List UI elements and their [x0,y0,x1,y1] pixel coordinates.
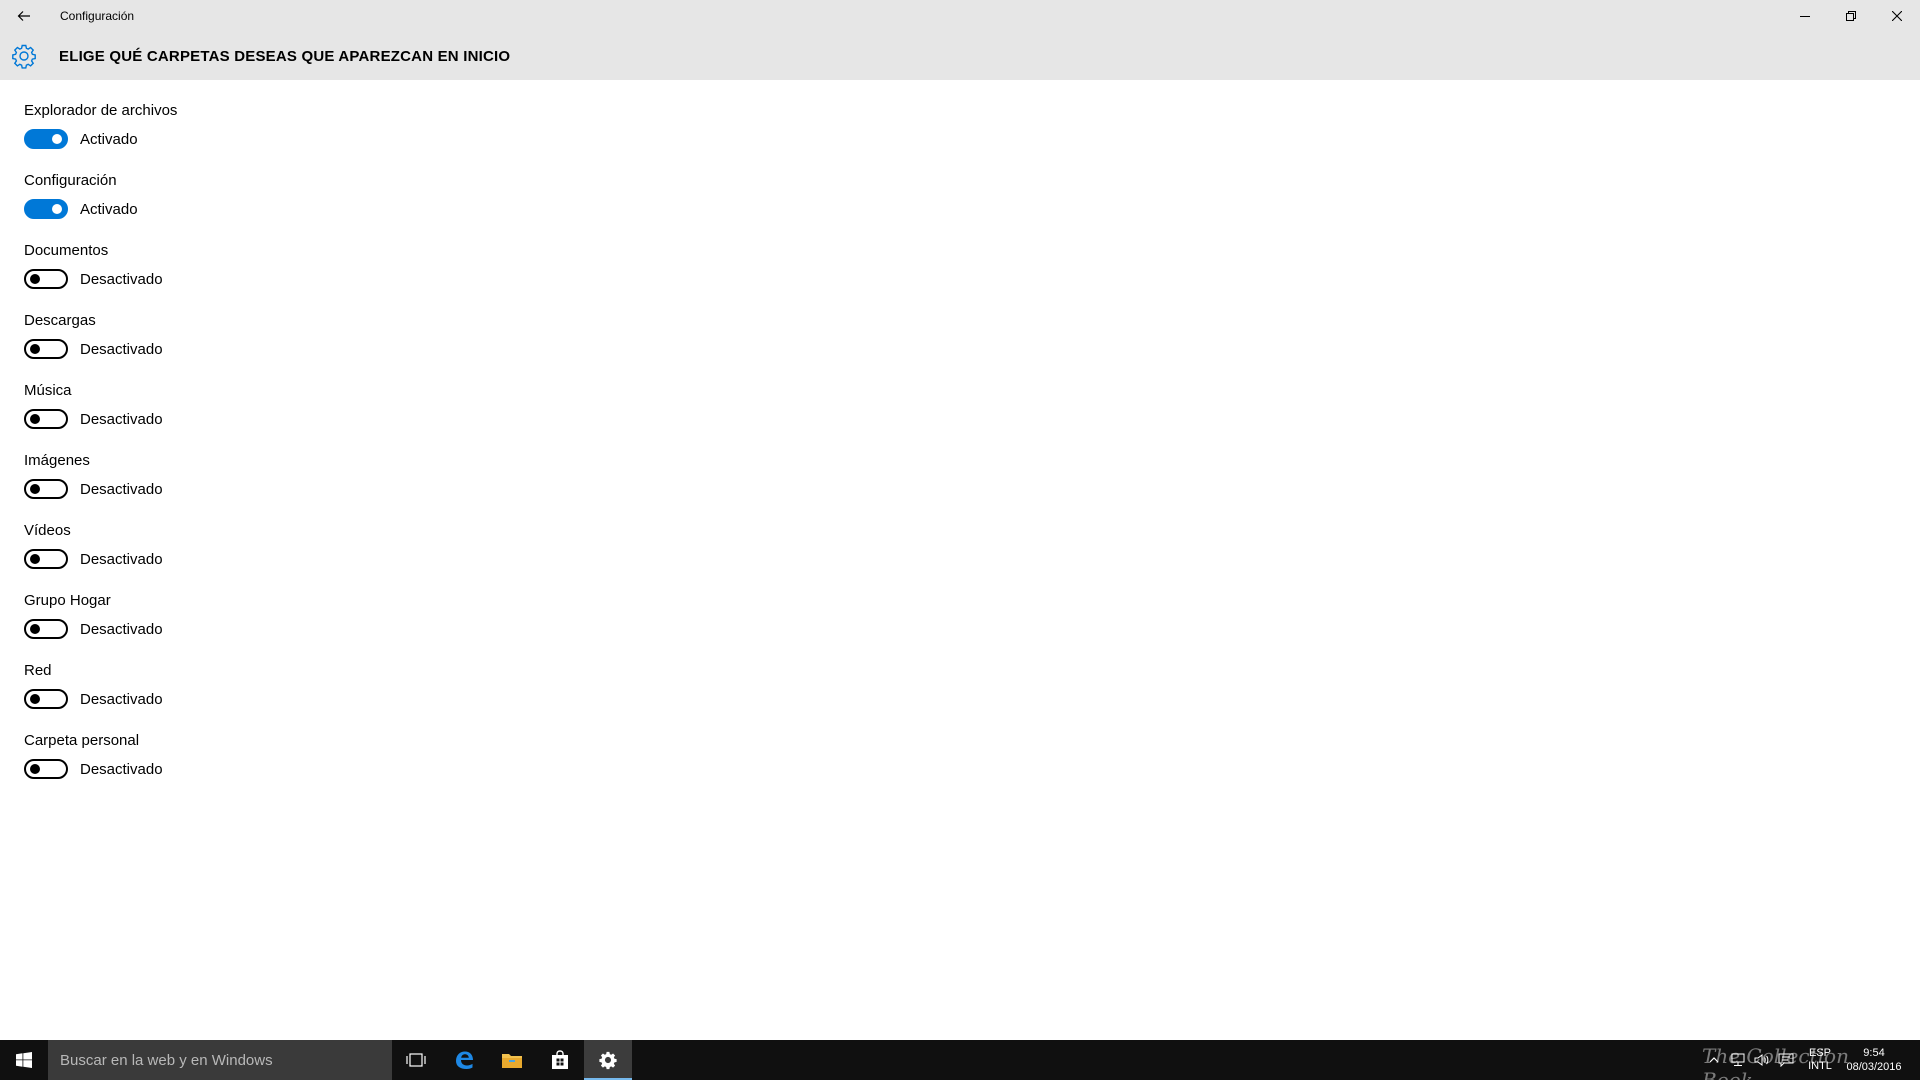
setting-label: Documentos [24,242,109,259]
watermark-text: The Collection Book [1702,1044,1849,1092]
setting-videos: Vídeos Desactivado [24,520,177,590]
toggle-network[interactable] [24,689,68,709]
setting-label: Música [24,382,72,399]
toggle-knob [30,764,40,774]
setting-network: Red Desactivado [24,660,177,730]
toggle-knob [30,694,40,704]
setting-label: Explorador de archivos [24,102,178,119]
system-tray: The Collection Book ESP INTL 9:54 08/03/… [1702,1040,1920,1092]
toggle-state-label: Activado [80,200,138,218]
toggle-music[interactable] [24,409,68,429]
back-arrow-icon [17,11,30,21]
setting-personal-folder: Carpeta personal Desactivado [24,730,177,800]
toggle-knob [30,414,40,424]
window-controls [1782,0,1920,32]
minimize-button[interactable] [1782,0,1828,32]
taskbar-file-explorer[interactable] [488,1040,536,1080]
toggle-personal-folder[interactable] [24,759,68,779]
toggle-state-label: Desactivado [80,620,163,638]
taskbar-store[interactable] [536,1040,584,1080]
toggle-state-label: Desactivado [80,760,163,778]
minimize-icon [1800,16,1810,17]
toggle-documents[interactable] [24,269,68,289]
toggle-state-label: Activado [80,130,138,148]
taskbar-search-box[interactable]: Buscar en la web y en Windows [48,1040,392,1080]
toggle-state-label: Desactivado [80,410,163,428]
taskbar: Buscar en la web y en Windows The Collec… [0,1040,1920,1092]
store-bag-icon [552,1050,568,1069]
taskbar-settings[interactable] [584,1040,632,1080]
page-header: ELIGE QUÉ CARPETAS DESEAS QUE APAREZCAN … [0,32,1920,80]
setting-file-explorer: Explorador de archivos Activado [24,100,177,170]
setting-label: Vídeos [24,522,71,539]
edge-icon [456,1051,473,1069]
setting-label: Configuración [24,172,117,189]
setting-label: Carpeta personal [24,732,140,749]
setting-label: Imágenes [24,452,90,469]
toggle-knob [30,344,40,354]
toggle-downloads[interactable] [24,339,68,359]
toggle-videos[interactable] [24,549,68,569]
gear-icon [599,1051,617,1070]
toggle-knob [30,554,40,564]
toggle-file-explorer[interactable] [24,129,68,149]
windows-logo-icon [16,1052,32,1068]
search-placeholder: Buscar en la web y en Windows [60,1051,273,1069]
setting-label: Descargas [24,312,96,329]
window-title: Configuración [60,9,135,23]
close-button[interactable] [1874,0,1920,32]
restore-icon [1846,11,1856,21]
toggle-settings[interactable] [24,199,68,219]
toggle-knob [52,134,62,144]
setting-settings: Configuración Activado [24,170,177,240]
setting-pictures: Imágenes Desactivado [24,450,177,520]
page-title: ELIGE QUÉ CARPETAS DESEAS QUE APAREZCAN … [59,47,511,65]
setting-label: Red [24,662,52,679]
settings-gear-icon [0,32,48,80]
toggle-state-label: Desactivado [80,480,163,498]
toggle-pictures[interactable] [24,479,68,499]
task-view-icon [406,1053,426,1067]
restore-button[interactable] [1828,0,1874,32]
toggle-knob [52,204,62,214]
folder-settings-list: Explorador de archivos Activado Configur… [24,100,177,800]
toggle-knob [30,484,40,494]
setting-downloads: Descargas Desactivado [24,310,177,380]
setting-documents: Documentos Desactivado [24,240,177,310]
setting-homegroup: Grupo Hogar Desactivado [24,590,177,660]
task-view-button[interactable] [392,1040,440,1080]
title-bar: Configuración [0,0,1920,32]
start-button[interactable] [0,1040,48,1080]
toggle-state-label: Desactivado [80,270,163,288]
taskbar-edge[interactable] [440,1040,488,1080]
folder-icon [502,1054,522,1068]
toggle-knob [30,624,40,634]
toggle-knob [30,274,40,284]
setting-label: Grupo Hogar [24,592,111,609]
setting-music: Música Desactivado [24,380,177,450]
close-icon [1892,11,1902,21]
toggle-state-label: Desactivado [80,340,163,358]
toggle-state-label: Desactivado [80,550,163,568]
toggle-state-label: Desactivado [80,690,163,708]
back-button[interactable] [0,0,48,32]
toggle-homegroup[interactable] [24,619,68,639]
